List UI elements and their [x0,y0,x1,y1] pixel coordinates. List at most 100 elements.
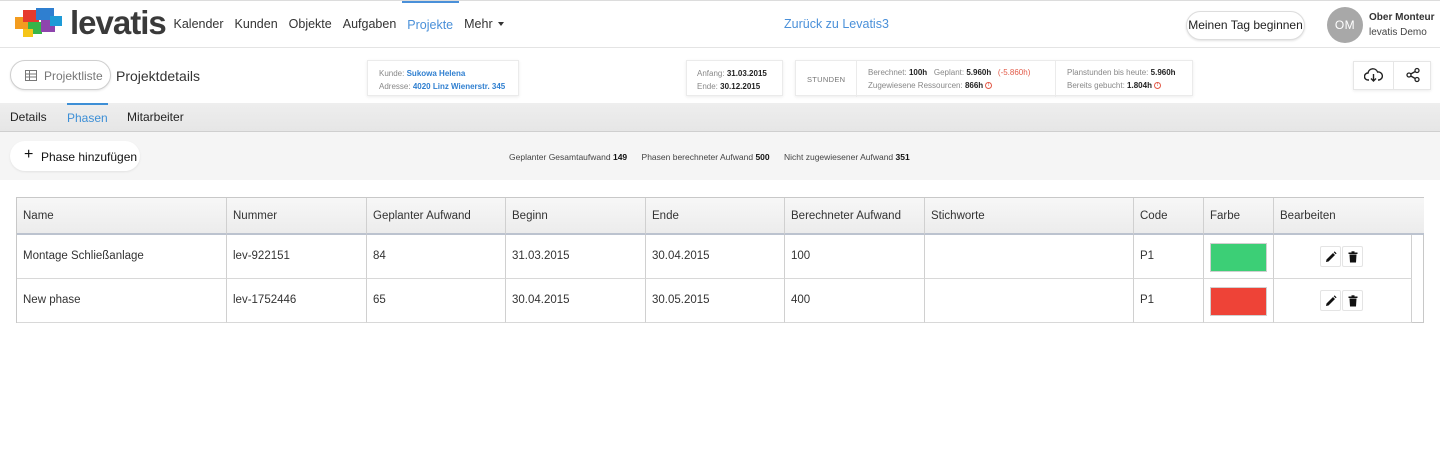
column-header[interactable]: Code [1134,198,1204,235]
cell-number: lev-922151 [227,235,367,279]
user-organization: levatis Demo [1369,27,1427,38]
hours-info-box: STUNDEN Berechnet: 100h Geplant: 5.960h … [795,60,1193,97]
back-to-levatis3-link[interactable]: Zurück zu Levatis3 [784,17,889,31]
customer-label: Kunde: [379,69,405,78]
cell-name: New phase [17,279,227,323]
cell-end: 30.04.2015 [646,235,785,279]
delete-phase-button[interactable] [1342,290,1363,311]
start-my-day-button[interactable]: Meinen Tag beginnen [1186,11,1305,40]
cell-actions [1274,235,1412,279]
nav-kunden[interactable]: Kunden [229,1,283,49]
cell-color [1204,235,1274,279]
brand-name: levatis [70,4,167,41]
computed-label: Berechnet: [868,68,907,77]
effort-summary: Geplanter Gesamtaufwand 149 Phasen berec… [509,152,922,162]
top-navigation: levatis Kalender Kunden Objekte Aufgaben… [0,0,1440,48]
nav-mehr-dropdown[interactable]: Mehr [459,1,509,49]
trash-icon [1348,295,1358,307]
color-swatch[interactable] [1210,243,1267,272]
start-label: Anfang: [697,69,725,78]
warning-icon: ! [1153,82,1161,90]
column-header[interactable]: Stichworte [925,198,1134,235]
nav-projekte-label: Projekte [407,18,454,32]
phases-table: Name Nummer Geplanter Aufwand Beginn End… [16,197,1424,323]
column-header[interactable]: Ende [646,198,785,235]
cell-code: P1 [1134,279,1204,323]
cell-number: lev-1752446 [227,279,367,323]
edit-phase-button[interactable] [1320,290,1341,311]
nav-mehr-label: Mehr [464,17,493,31]
tab-mitarbeiter-label: Mitarbeiter [127,110,184,124]
edit-phase-button[interactable] [1320,246,1341,267]
column-header[interactable]: Name [17,198,227,235]
actions-divider [1393,62,1394,89]
computed-hours: 100h [908,68,928,77]
planned-difference: (-5.860h) [997,68,1031,77]
cell-code: P1 [1134,235,1204,279]
caret-down-icon [497,21,504,26]
cell-computed: 100 [785,235,925,279]
cell-planned: 84 [367,235,506,279]
project-list-label: Projektliste [44,69,103,83]
cell-start: 31.03.2015 [506,235,646,279]
plus-icon: + [24,146,34,163]
delete-phase-button[interactable] [1342,246,1363,267]
column-header[interactable]: Bearbeiten [1274,198,1424,235]
column-header[interactable]: Berechneter Aufwand [785,198,925,235]
summary-value: 351 [895,152,910,162]
cloud-download-icon[interactable] [1363,67,1383,88]
cell-planned: 65 [367,279,506,323]
nav-objekte[interactable]: Objekte [283,1,337,49]
hours-divider-2 [1055,61,1056,97]
tab-mitarbeiter[interactable]: Mitarbeiter [127,103,184,132]
assigned-hours: 866h [964,81,984,90]
hours-label: STUNDEN [807,75,846,84]
tab-phasen-label: Phasen [67,111,108,125]
cell-start: 30.04.2015 [506,279,646,323]
color-swatch[interactable] [1210,287,1267,316]
project-list-button[interactable]: Projektliste [10,60,111,90]
booked-hours: 1.804h [1127,81,1152,90]
nav-objekte-label: Objekte [288,17,332,31]
add-phase-button[interactable]: + Phase hinzufügen [10,141,140,171]
planned-hours: 5.960h [966,68,992,77]
phase-action-bar: + Phase hinzufügen Geplanter Gesamtaufwa… [0,132,1440,180]
booked-label: Bereits gebucht: [1067,81,1125,90]
customer-link[interactable]: Sukowa Helena [407,69,466,78]
plan-today-label: Planstunden bis heute: [1067,68,1149,77]
assigned-label: Zugewiesene Ressourcen: [868,81,963,90]
trash-icon [1348,251,1358,263]
planned-label: Geplant: [933,68,965,77]
date-info-box: Anfang: 31.03.2015 Ende: 30.12.2015 [686,60,783,96]
address-link[interactable]: 4020 Linz Wienerstr. 345 [413,82,505,91]
nav-projekte[interactable]: Projekte [401,1,459,49]
tab-phasen[interactable]: Phasen [67,103,108,132]
summary-value: 500 [755,152,770,162]
nav-kunden-label: Kunden [234,17,278,31]
nav-kalender-label: Kalender [173,17,224,31]
share-icon[interactable] [1405,67,1421,88]
nav-kalender[interactable]: Kalender [168,1,229,49]
nav-aufgaben-label: Aufgaben [342,17,397,31]
column-header[interactable]: Farbe [1204,198,1274,235]
tab-details[interactable]: Details [10,103,47,132]
column-header[interactable]: Beginn [506,198,646,235]
nav-aufgaben[interactable]: Aufgaben [337,1,402,49]
page-title: Projektdetails [116,68,201,84]
address-label: Adresse: [379,82,411,91]
column-header[interactable]: Geplanter Aufwand [367,198,506,235]
table-icon [25,70,37,81]
user-name[interactable]: Ober Monteur [1369,12,1435,23]
hours-divider [856,61,857,97]
cell-name: Montage Schließanlage [17,235,227,279]
cell-color [1204,279,1274,323]
main-menu: Kalender Kunden Objekte Aufgaben Projekt… [168,1,509,49]
end-date: 30.12.2015 [720,82,761,91]
start-date: 31.03.2015 [726,69,767,78]
warning-icon: ! [985,82,993,90]
pencil-icon [1326,251,1337,262]
levatis-logo[interactable]: levatis [14,4,167,43]
column-header[interactable]: Nummer [227,198,367,235]
summary-label: Nicht zugewiesener Aufwand [784,152,894,162]
user-avatar[interactable]: OM [1327,7,1363,43]
